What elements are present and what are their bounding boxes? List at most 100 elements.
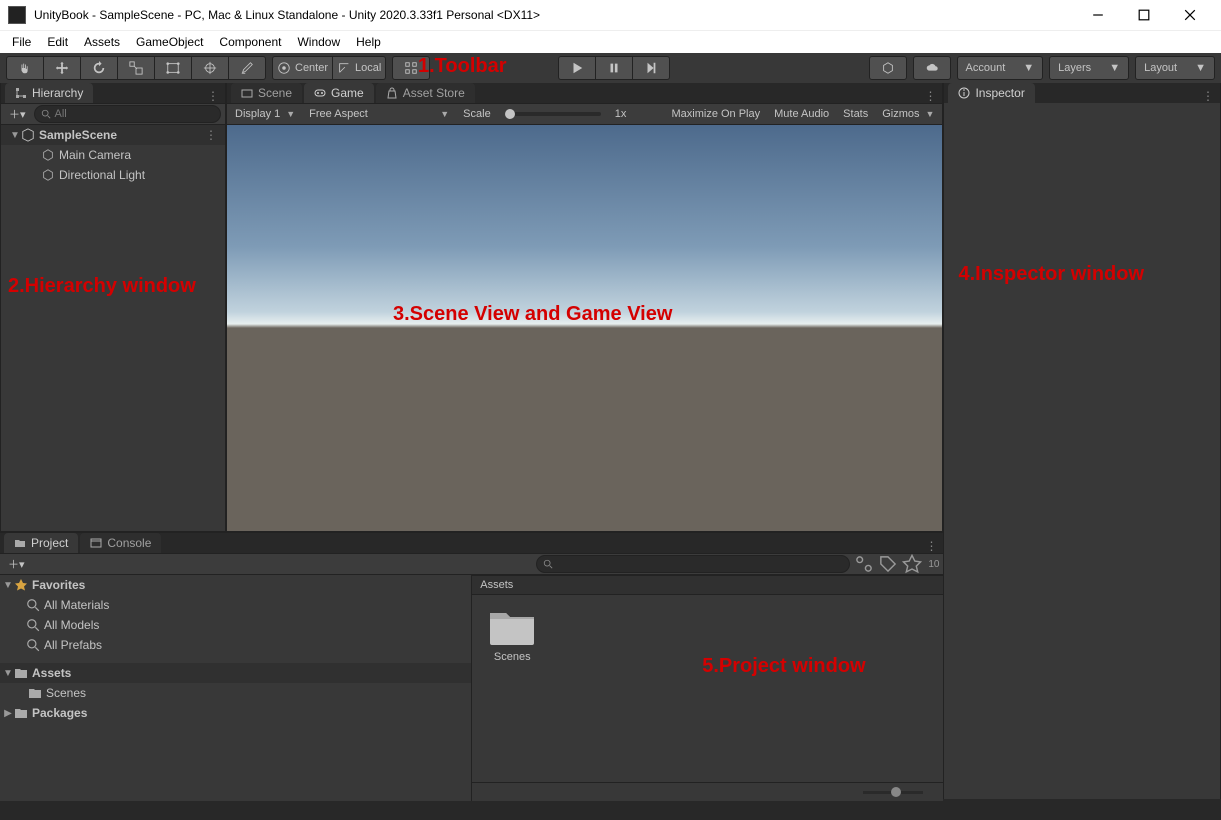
scale-slider[interactable]: [505, 112, 601, 116]
menu-window[interactable]: Window: [289, 31, 348, 53]
menu-assets[interactable]: Assets: [76, 31, 128, 53]
play-controls: [558, 56, 670, 80]
context-menu-icon[interactable]: ⋮: [925, 539, 937, 553]
context-menu-icon[interactable]: ⋮: [207, 89, 219, 103]
info-icon: [958, 87, 970, 99]
create-button[interactable]: ＋▾: [5, 106, 30, 122]
folder-item-scenes[interactable]: Scenes: [482, 605, 542, 663]
hierarchy-tab[interactable]: Hierarchy: [5, 83, 93, 103]
console-icon: [90, 537, 102, 549]
app-icon: [8, 6, 26, 24]
assets-item-0[interactable]: Scenes: [0, 683, 471, 703]
asset-grid[interactable]: Scenes 5.Project window: [472, 595, 943, 782]
fav-item-2[interactable]: All Prefabs: [0, 635, 471, 655]
search-icon: [26, 638, 40, 652]
menu-bar: File Edit Assets GameObject Component Wi…: [0, 30, 1221, 53]
snap-button[interactable]: [392, 56, 430, 80]
mute-audio-toggle[interactable]: Mute Audio: [768, 108, 835, 120]
asset-store-tab[interactable]: Asset Store: [376, 83, 475, 103]
fav-item-1[interactable]: All Models: [0, 615, 471, 635]
hierarchy-panel: Hierarchy ⋮ ＋▾ All ▼ SampleS: [0, 83, 226, 531]
pause-button[interactable]: [596, 56, 633, 80]
main-toolbar: Center Local Account▼ Layers▼ Layout▼ 1.…: [0, 53, 1221, 83]
layers-dropdown[interactable]: Layers▼: [1049, 56, 1129, 80]
scale-value: 1x: [609, 108, 633, 120]
game-view-toolbar: Display 1▼ Free Aspect▼ Scale 1x Maximiz…: [227, 103, 942, 125]
console-tab[interactable]: Console: [80, 533, 161, 553]
hierarchy-item-light[interactable]: Directional Light: [1, 165, 225, 185]
project-tab[interactable]: Project: [4, 533, 78, 553]
context-menu-icon[interactable]: ⋮: [924, 89, 936, 103]
inspector-tab[interactable]: Inspector: [948, 83, 1034, 103]
aspect-dropdown[interactable]: Free Aspect▼: [303, 108, 455, 120]
hidden-packages-icon[interactable]: 10: [926, 559, 939, 570]
unity-icon: [21, 128, 35, 142]
cloud-button[interactable]: [913, 56, 951, 80]
gameobject-icon: [41, 148, 55, 162]
scene-row[interactable]: ▼ SampleScene ⋮: [1, 125, 225, 145]
minimize-button[interactable]: [1075, 1, 1121, 29]
asset-size-slider[interactable]: [863, 791, 923, 794]
display-dropdown[interactable]: Display 1▼: [229, 108, 301, 120]
menu-component[interactable]: Component: [211, 31, 289, 53]
scene-tab[interactable]: Scene: [231, 83, 302, 103]
layout-dropdown[interactable]: Layout▼: [1135, 56, 1215, 80]
menu-help[interactable]: Help: [348, 31, 389, 53]
gameobject-icon: [41, 168, 55, 182]
pivot-button[interactable]: Center: [272, 56, 333, 80]
favorite-filter-icon[interactable]: [902, 554, 922, 574]
folder-icon: [14, 537, 26, 549]
assets-row[interactable]: ▼ Assets: [0, 663, 471, 683]
menu-file[interactable]: File: [4, 31, 39, 53]
pivot-group: Center Local: [272, 56, 386, 80]
stats-toggle[interactable]: Stats: [837, 108, 874, 120]
space-button[interactable]: Local: [333, 56, 386, 80]
maximize-button[interactable]: [1121, 1, 1167, 29]
star-icon: [14, 578, 28, 592]
favorites-row[interactable]: ▼ Favorites: [0, 575, 471, 595]
project-tree: ▼ Favorites All Materials All Models All…: [0, 575, 472, 801]
rect-tool[interactable]: [155, 56, 192, 80]
maximize-on-play-toggle[interactable]: Maximize On Play: [665, 108, 766, 120]
project-search[interactable]: [536, 555, 850, 573]
search-icon: [26, 618, 40, 632]
project-breadcrumb[interactable]: Assets: [472, 575, 943, 595]
search-icon: [26, 598, 40, 612]
search-icon: [543, 559, 553, 569]
window-title: UnityBook - SampleScene - PC, Mac & Linu…: [34, 8, 1075, 22]
step-button[interactable]: [633, 56, 670, 80]
inspector-body: [944, 103, 1220, 799]
menu-gameobject[interactable]: GameObject: [128, 31, 211, 53]
rotate-tool[interactable]: [81, 56, 118, 80]
context-menu-icon[interactable]: ⋮: [1202, 89, 1214, 103]
close-button[interactable]: [1167, 1, 1213, 29]
menu-edit[interactable]: Edit: [39, 31, 76, 53]
packages-row[interactable]: ▶ Packages: [0, 703, 471, 723]
search-icon: [41, 109, 51, 119]
folder-icon: [14, 666, 28, 680]
annotation-1: 1.Toolbar: [418, 55, 507, 78]
game-tab[interactable]: Game: [304, 83, 374, 103]
game-view[interactable]: [227, 125, 942, 531]
create-button[interactable]: ＋▾: [4, 556, 29, 572]
filter-by-type-icon[interactable]: [854, 554, 874, 574]
hierarchy-item-camera[interactable]: Main Camera: [1, 145, 225, 165]
move-tool[interactable]: [44, 56, 81, 80]
annotation-5: 5.Project window: [702, 655, 865, 678]
os-titlebar: UnityBook - SampleScene - PC, Mac & Linu…: [0, 0, 1221, 30]
filter-by-label-icon[interactable]: [878, 554, 898, 574]
gizmos-dropdown[interactable]: Gizmos▼: [876, 108, 940, 120]
play-button[interactable]: [558, 56, 596, 80]
collab-button[interactable]: [869, 56, 907, 80]
snap-group: [392, 56, 430, 80]
hierarchy-search[interactable]: All: [34, 105, 221, 123]
bag-icon: [386, 87, 398, 99]
hand-tool[interactable]: [6, 56, 44, 80]
inspector-panel: Inspector ⋮ 4.Inspector window: [943, 83, 1221, 799]
scale-tool[interactable]: [118, 56, 155, 80]
transform-tool[interactable]: [192, 56, 229, 80]
account-dropdown[interactable]: Account▼: [957, 56, 1044, 80]
scene-icon: [241, 87, 253, 99]
custom-tool[interactable]: [229, 56, 266, 80]
fav-item-0[interactable]: All Materials: [0, 595, 471, 615]
